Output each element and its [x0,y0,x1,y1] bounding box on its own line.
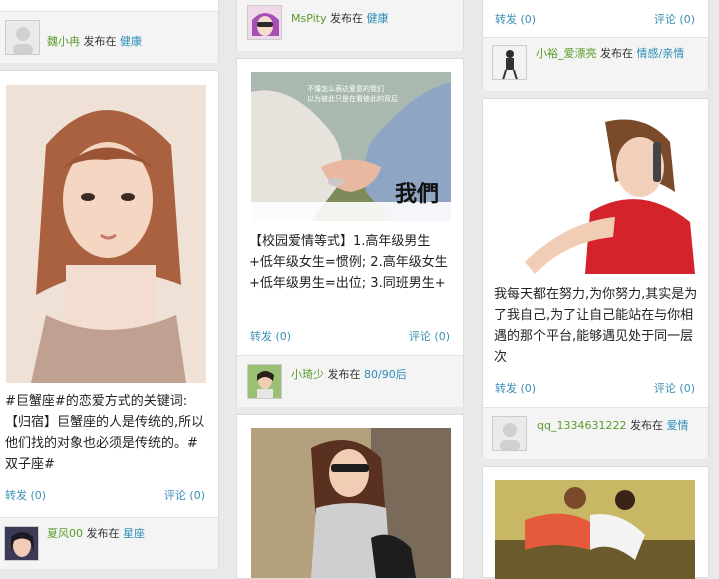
avatar[interactable] [492,416,527,451]
post-image[interactable] [495,112,695,274]
post-card [236,414,464,579]
username-link[interactable]: 小裕_爱漂亮 [536,47,597,60]
portrait-illustration [6,85,206,383]
post-footer: MsPity 发布在 健康 [237,0,463,51]
avatar[interactable] [5,20,40,55]
post-meta: 魏小冉 发布在 健康 [47,34,142,49]
post-actions: 转发 (0) 评论 (0) [250,328,450,344]
post-card [482,466,709,579]
post-caption: #巨蟹座#的恋爱方式的关键词:【归宿】巨蟹座的人是传统的,所以他们找的对象也必须… [5,394,205,472]
post-meta: qq_1334631222 发布在 爱情 [537,418,688,433]
post-footer: 小琦少 发布在 80/90后 [237,355,463,407]
category-link[interactable]: 情感/亲情 [637,47,685,60]
category-link[interactable]: 健康 [367,12,389,25]
post-actions: 转发 (0) 评论 (0) [495,380,695,396]
post-actions: 转发 (0) 评论 (0) [5,487,205,503]
forward-button[interactable]: 转发 (0) [495,11,536,27]
post-footer: 小裕_爱漂亮 发布在 情感/亲情 [483,37,708,91]
image-overlay-text: 不懂怎么表达爱意的我们 以为彼此只是在看彼此的背后 [307,85,398,103]
posted-in-label: 发布在 [83,35,117,48]
post-card: 转发 (0) 评论 (0) 小裕_爱漂亮 发布在 情感/亲情 [482,0,709,91]
username-link[interactable]: 小琦少 [291,368,324,381]
post-caption: 【校园爱情等式】1.高年级男生+低年级女生=惯例; 2.高年级女生+低年级男生=… [249,234,448,291]
posted-in-label: 发布在 [330,12,363,25]
post-caption: 我每天都在努力,为你努力,其实是为了我自己,为了让自己能站在与你相遇的那个平台,… [494,287,698,365]
comment-button[interactable]: 评论 (0) [654,11,695,27]
post-card: 魏小冉 发布在 健康 [0,0,219,63]
user-photo-icon [248,6,281,39]
post-image[interactable]: 不懂怎么表达爱意的我们 以为彼此只是在看彼此的背后 我們 [251,72,451,221]
post-image[interactable] [495,480,695,579]
posted-in-label: 发布在 [327,368,361,381]
default-avatar-icon [6,21,39,54]
post-actions: 转发 (0) 评论 (0) [495,11,695,27]
post-footer: 魏小冉 发布在 健康 [0,11,218,63]
image-brand-text: 我們 [395,181,440,207]
category-link[interactable]: 星座 [123,527,145,540]
comment-button[interactable]: 评论 (0) [409,328,450,344]
post-footer: 夏风00 发布在 星座 [0,517,218,569]
woman-phone-illustration [495,112,695,274]
post-image[interactable] [251,428,451,578]
post-meta: MsPity 发布在 健康 [291,11,389,26]
post-card: MsPity 发布在 健康 [236,0,464,51]
comment-button[interactable]: 评论 (0) [164,487,205,503]
posted-in-label: 发布在 [629,419,663,432]
forward-button[interactable]: 转发 (0) [5,487,46,503]
username-link[interactable]: MsPity [291,12,327,25]
avatar[interactable] [492,45,527,80]
user-photo-icon [5,527,38,560]
comment-button[interactable]: 评论 (0) [654,380,695,396]
user-photo-icon [248,365,281,398]
default-avatar-icon [493,417,526,450]
user-photo-icon [493,46,526,79]
forward-button[interactable]: 转发 (0) [495,380,536,396]
category-link[interactable]: 爱情 [666,419,688,432]
bicycle-couple-illustration [495,480,695,579]
post-image[interactable] [6,85,206,383]
username-link[interactable]: 魏小冉 [47,35,80,48]
post-meta: 小裕_爱漂亮 发布在 情感/亲情 [536,46,706,61]
avatar[interactable] [247,5,282,40]
posted-in-label: 发布在 [86,527,120,540]
post-footer: qq_1334631222 发布在 爱情 [483,407,708,459]
post-meta: 夏风00 发布在 星座 [47,526,145,541]
post-card: 不懂怎么表达爱意的我们 以为彼此只是在看彼此的背后 我們 【校园爱情等式】1.高… [236,58,464,407]
post-meta: 小琦少 发布在 80/90后 [291,367,407,382]
category-link[interactable]: 80/90后 [364,368,407,381]
username-link[interactable]: qq_1334631222 [537,419,626,432]
post-card: #巨蟹座#的恋爱方式的关键词:【归宿】巨蟹座的人是传统的,所以他们找的对象也必须… [0,70,219,569]
forward-button[interactable]: 转发 (0) [250,328,291,344]
posted-in-label: 发布在 [600,47,633,60]
street-fashion-illustration [251,428,451,578]
avatar[interactable] [4,526,39,561]
avatar[interactable] [247,364,282,399]
post-card: 我每天都在努力,为你努力,其实是为了我自己,为了让自己能站在与你相遇的那个平台,… [482,98,709,459]
category-link[interactable]: 健康 [120,35,142,48]
username-link[interactable]: 夏风00 [47,527,83,540]
